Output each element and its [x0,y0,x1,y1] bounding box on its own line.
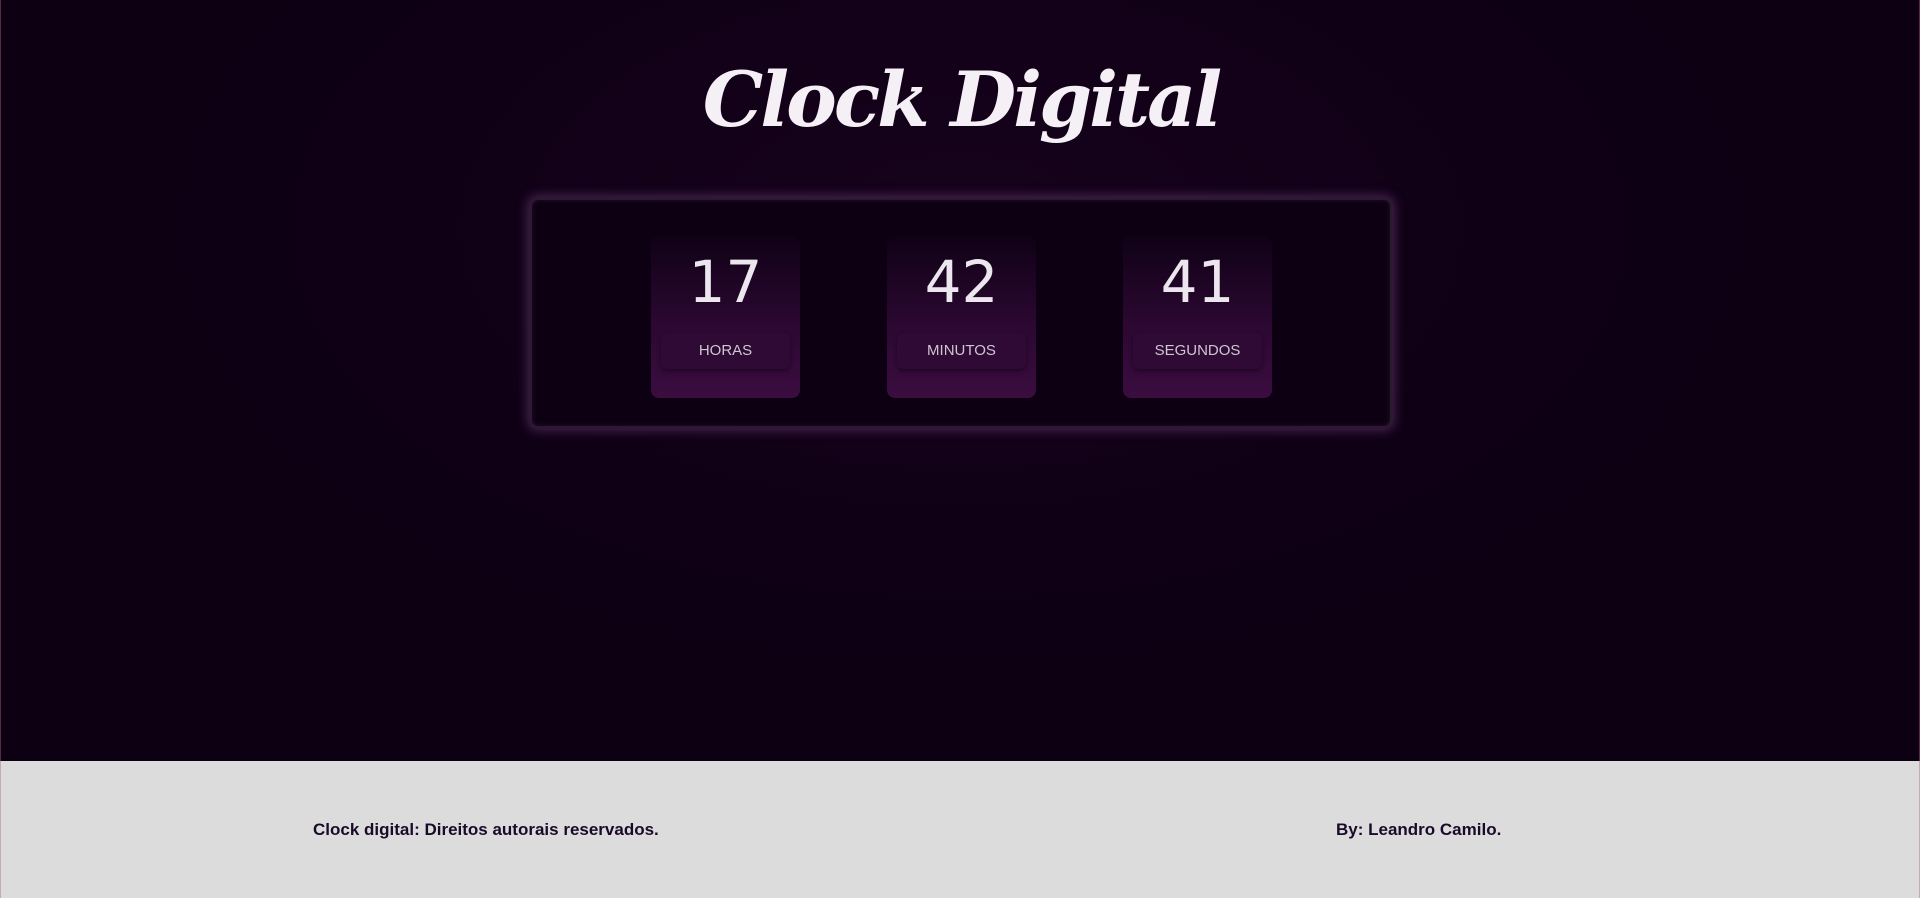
clock-panel: 17 HORAS 42 MINUTOS 41 SEGUNDOS [530,198,1392,428]
seconds-value: 41 [1160,248,1235,316]
minutes-card: 42 MINUTOS [887,236,1036,398]
footer-author: By: Leandro Camilo. [1336,820,1502,839]
page-title: Clock Digital [702,55,1222,144]
footer-copyright: Clock digital: Direitos autorais reserva… [313,820,659,839]
hours-label: HORAS [661,333,790,369]
minutes-label: MINUTOS [897,333,1026,369]
hours-card: 17 HORAS [651,236,800,398]
seconds-card: 41 SEGUNDOS [1123,236,1272,398]
seconds-label: SEGUNDOS [1133,333,1262,369]
minutes-value: 42 [924,248,999,316]
page-footer: Clock digital: Direitos autorais reserva… [0,761,1920,898]
hours-value: 17 [688,248,763,316]
clock-stage: Clock Digital 17 HORAS 42 MINUTOS 41 SEG… [0,0,1920,761]
